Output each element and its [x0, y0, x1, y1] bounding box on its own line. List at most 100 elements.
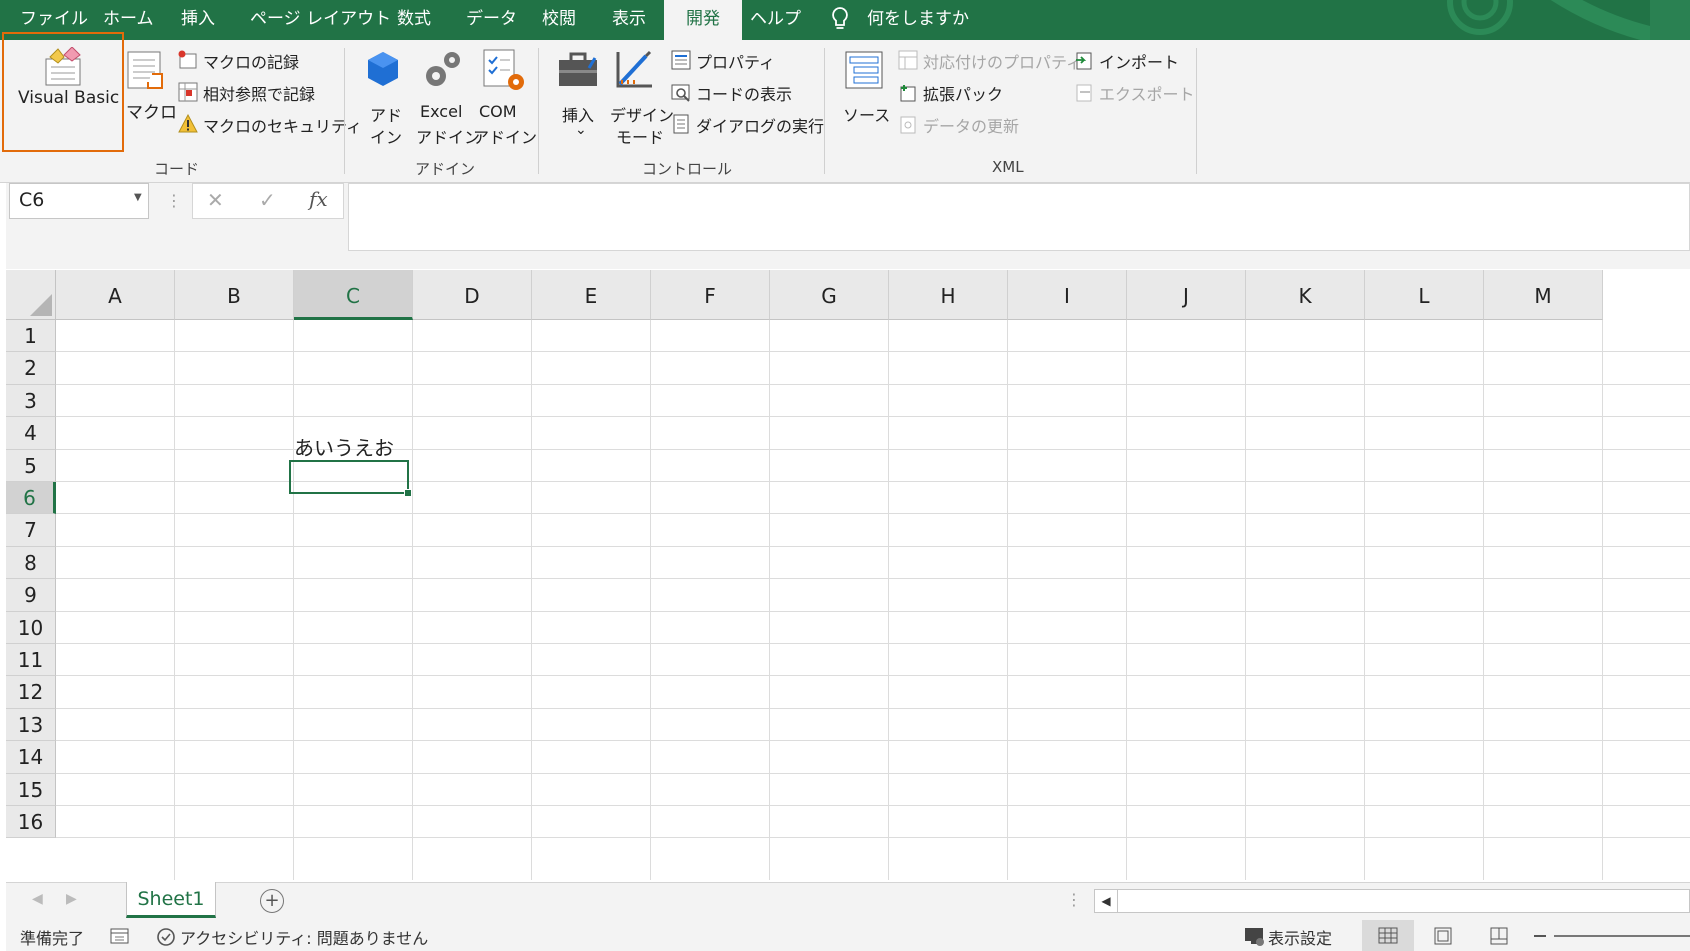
grid-column-line — [1245, 320, 1246, 880]
group-separator — [1196, 48, 1197, 174]
tab-view[interactable]: 表示 — [612, 0, 646, 40]
grid-column-line — [1602, 320, 1603, 880]
row-header-16[interactable]: 16 — [6, 806, 56, 839]
column-header-f[interactable]: F — [651, 270, 770, 320]
column-header-k[interactable]: K — [1246, 270, 1365, 320]
grid-row-line — [56, 416, 1690, 418]
warning-icon — [178, 114, 198, 133]
cell-c5[interactable]: あいうえお — [294, 432, 394, 461]
visual-basic-label: Visual Basic — [18, 88, 120, 108]
properties-button[interactable]: プロパティ — [671, 48, 811, 72]
column-header-h[interactable]: H — [889, 270, 1008, 320]
grid-row-line — [56, 740, 1690, 742]
scroll-left-icon[interactable]: ◀ — [32, 891, 43, 907]
refresh-data-button[interactable]: データの更新 — [898, 112, 1019, 136]
column-header-j[interactable]: J — [1127, 270, 1246, 320]
com-addins-button[interactable]: COM アドイン — [472, 48, 537, 148]
view-code-label: コードの表示 — [696, 85, 793, 104]
tab-developer[interactable]: 開発 — [664, 0, 742, 40]
row-header-6[interactable]: 6 — [6, 482, 56, 515]
cancel-icon[interactable]: ✕ — [207, 188, 224, 212]
sheet-tab-sheet1[interactable]: Sheet1 — [126, 882, 216, 918]
tab-review[interactable]: 校閲 — [542, 0, 576, 40]
accessibility-status[interactable]: アクセシビリティ: 問題ありません — [180, 925, 428, 949]
column-header-g[interactable]: G — [770, 270, 889, 320]
export-icon — [1076, 84, 1092, 102]
row-header-11[interactable]: 11 — [6, 644, 56, 677]
row-header-10[interactable]: 10 — [6, 611, 56, 644]
excel-addins-button[interactable]: Excel アドイン — [414, 48, 480, 148]
addins-button[interactable]: アド イン — [360, 48, 406, 148]
row-header-13[interactable]: 13 — [6, 708, 56, 742]
row-header-9[interactable]: 9 — [6, 579, 56, 612]
zoom-slider[interactable] — [1554, 935, 1690, 937]
fill-handle[interactable] — [404, 489, 412, 497]
design-mode-button[interactable]: デザイン モード — [606, 48, 674, 148]
add-sheet-button[interactable]: + — [260, 889, 284, 913]
relative-reference-button[interactable]: 相対参照で記録 — [178, 80, 338, 104]
enter-icon[interactable]: ✓ — [259, 188, 276, 212]
import-label: インポート — [1099, 53, 1180, 72]
record-macro-button[interactable]: マクロの記録 — [178, 48, 338, 72]
column-header-e[interactable]: E — [532, 270, 651, 320]
visual-basic-button[interactable]: Visual Basic — [2, 32, 124, 152]
row-header-14[interactable]: 14 — [6, 741, 56, 774]
xml-source-button[interactable]: ソース — [840, 48, 890, 148]
scroll-right-icon[interactable]: ▶ — [66, 891, 77, 907]
view-code-button[interactable]: コードの表示 — [671, 80, 811, 104]
row-header-15[interactable]: 15 — [6, 773, 56, 806]
row-header-4[interactable]: 4 — [6, 417, 56, 450]
row-header-2[interactable]: 2 — [6, 352, 56, 385]
column-header-l[interactable]: L — [1365, 270, 1484, 320]
row-header-12[interactable]: 12 — [6, 676, 56, 709]
column-header-m[interactable]: M — [1484, 270, 1603, 320]
zoom-out-icon[interactable] — [1534, 935, 1546, 937]
group-label-code: コード — [154, 160, 200, 178]
run-dialog-button[interactable]: ダイアログの実行 — [671, 112, 824, 136]
page-layout-view-icon[interactable] — [1434, 927, 1452, 945]
normal-view-button[interactable] — [1362, 920, 1414, 951]
tab-insert[interactable]: 挿入 — [181, 0, 215, 40]
column-header-i[interactable]: I — [1008, 270, 1127, 320]
title-decoration-icon — [1447, 0, 1690, 40]
column-header-d[interactable]: D — [413, 270, 532, 320]
tell-me-search[interactable]: 何をしますか — [867, 0, 969, 40]
select-all-button[interactable] — [6, 270, 56, 320]
row-header-1[interactable]: 1 — [6, 320, 56, 353]
grid-column-line — [174, 320, 175, 880]
scroll-left-arrow-icon[interactable]: ◀ — [1095, 890, 1118, 912]
insert-function-icon[interactable]: fx — [309, 187, 328, 211]
tab-data[interactable]: データ — [466, 0, 517, 40]
row-header-3[interactable]: 3 — [6, 384, 56, 418]
grid-column-line — [1007, 320, 1008, 880]
column-header-a[interactable]: A — [56, 270, 175, 320]
row-header-7[interactable]: 7 — [6, 514, 56, 547]
macro-button[interactable]: マクロ — [124, 44, 177, 148]
column-header-b[interactable]: B — [175, 270, 294, 320]
visual-basic-icon — [45, 47, 81, 86]
tab-page-layout[interactable]: ページ レイアウト — [250, 0, 391, 40]
macro-recording-icon[interactable] — [110, 927, 130, 945]
relative-reference-label: 相対参照で記録 — [203, 85, 316, 104]
spreadsheet-grid[interactable]: ABCDEFGHIJKLM 1 2 3 4 5 6 7 8 9 10 11 12 13 14 15 16 あい… — [6, 270, 1690, 880]
tab-formulas[interactable]: 数式 — [397, 0, 431, 40]
active-cell-c6[interactable] — [289, 460, 412, 497]
splitter-grip-icon[interactable]: ⋮ — [1066, 890, 1082, 909]
display-settings-button[interactable]: 表示設定 — [1268, 925, 1332, 949]
formula-input[interactable] — [348, 183, 1690, 251]
expansion-packs-button[interactable]: 拡張パック — [898, 80, 1008, 104]
export-button[interactable]: エクスポート — [1074, 80, 1195, 104]
macro-security-button[interactable]: マクロのセキュリティ — [178, 112, 362, 136]
design-mode-icon — [616, 50, 652, 88]
horizontal-scrollbar[interactable]: ◀ — [1094, 889, 1690, 913]
map-properties-button[interactable]: 対応付けのプロパティ — [898, 48, 1082, 72]
name-box-dropdown-icon[interactable]: ▼ — [134, 192, 142, 203]
column-header-c[interactable]: C — [294, 270, 413, 320]
tab-help[interactable]: ヘルプ — [750, 0, 801, 40]
insert-control-button[interactable]: 挿入 ⌄ — [555, 48, 603, 148]
import-button[interactable]: インポート — [1074, 48, 1184, 72]
name-box[interactable]: C6 ▼ — [9, 183, 149, 219]
row-header-8[interactable]: 8 — [6, 546, 56, 580]
page-break-view-icon[interactable] — [1490, 927, 1508, 945]
row-header-5[interactable]: 5 — [6, 449, 56, 482]
